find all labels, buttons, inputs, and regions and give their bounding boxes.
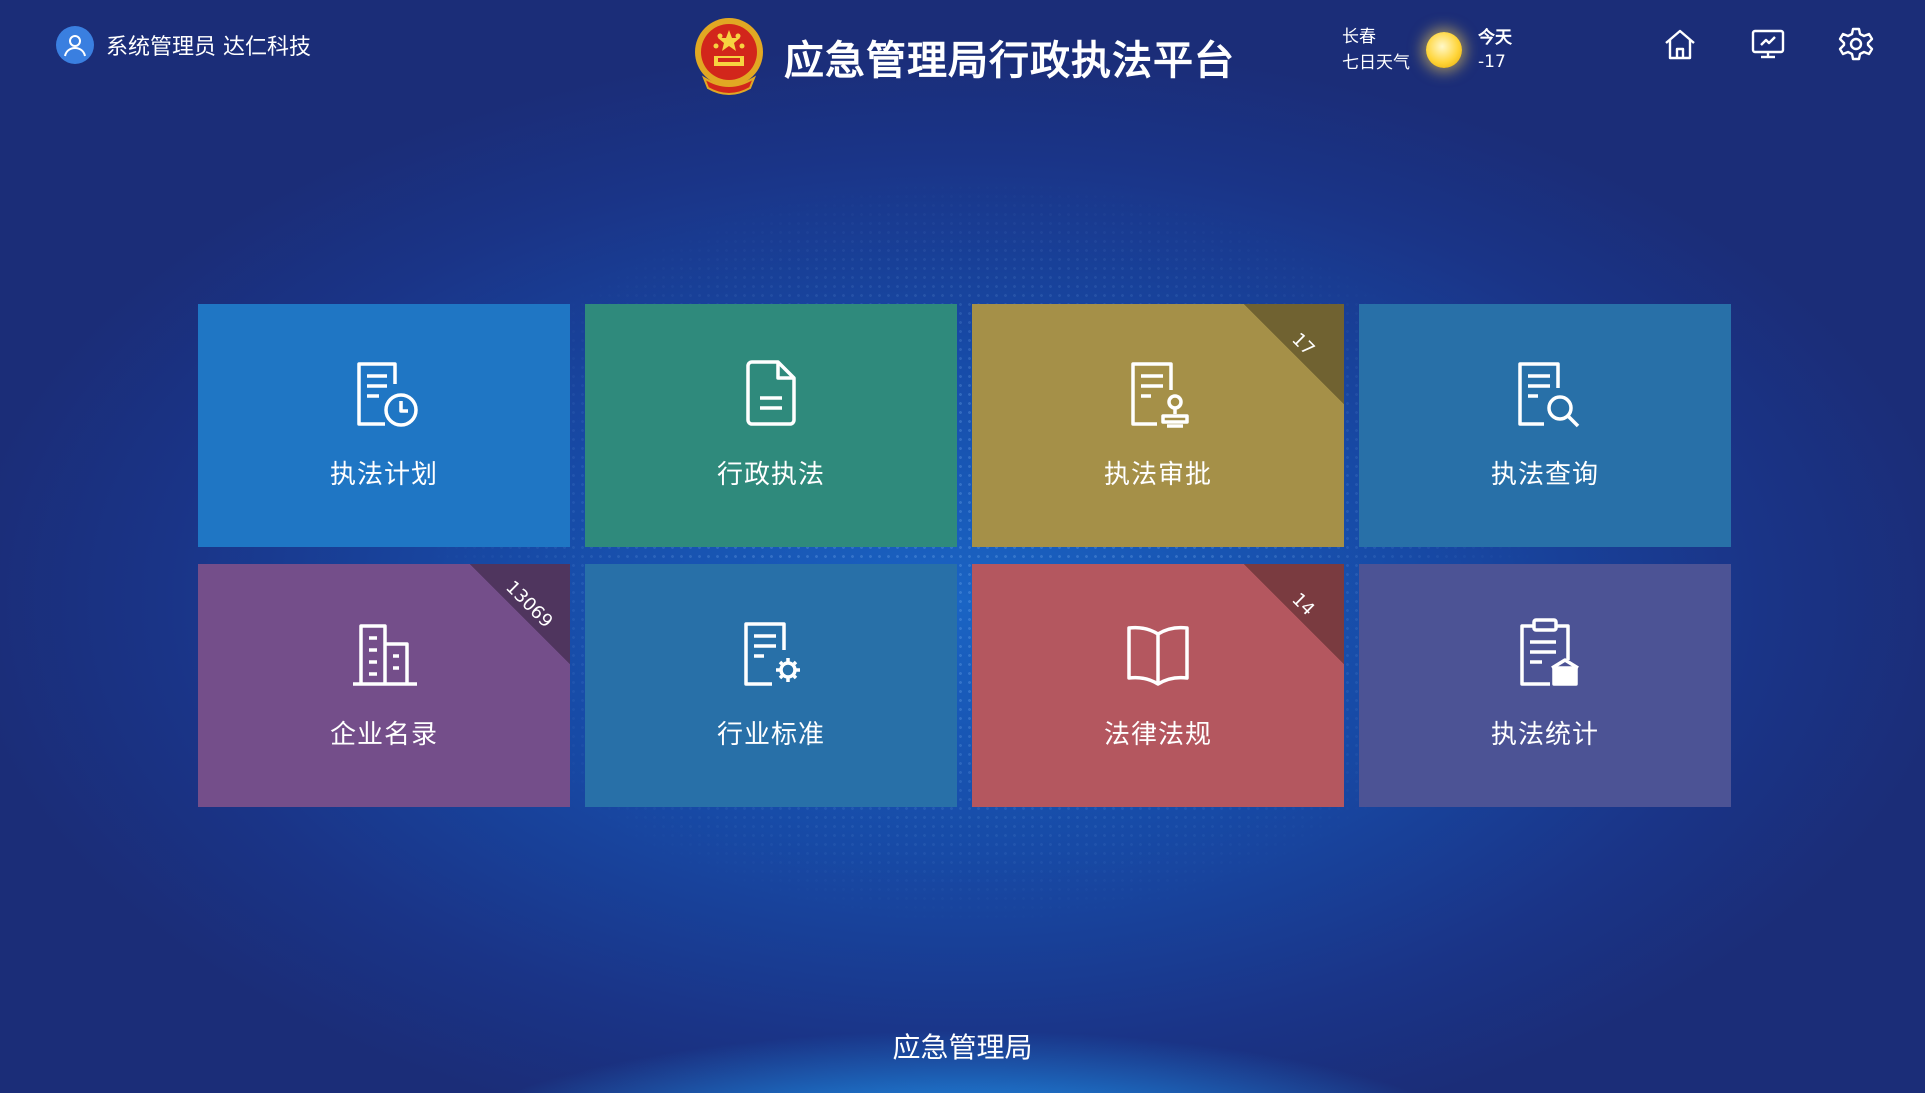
doc-stamp-icon xyxy=(1131,362,1189,428)
tile-enforcement-plan[interactable]: 执法计划 xyxy=(198,304,570,547)
tile-label: 行政执法 xyxy=(716,460,825,490)
badge-count: 14 xyxy=(1287,588,1319,621)
document-icon xyxy=(746,360,796,426)
count-badge: 14 xyxy=(1244,564,1344,664)
user-avatar-icon xyxy=(56,26,94,64)
count-badge: 17 xyxy=(1244,304,1344,404)
tile-enforcement-statistics[interactable]: 执法统计 xyxy=(1359,564,1731,807)
home-icon[interactable] xyxy=(1660,24,1700,64)
tile-enterprise-directory[interactable]: 13069 企业名录 xyxy=(198,564,570,807)
user-name: 系统管理员 达仁科技 xyxy=(106,35,311,60)
doc-gear-icon xyxy=(744,622,800,686)
national-emblem-icon xyxy=(695,18,763,95)
app-title: 应急管理局行政执法平台 xyxy=(784,38,1235,84)
user-info[interactable]: 系统管理员 达仁科技 xyxy=(56,26,311,64)
tile-label: 执法计划 xyxy=(329,460,438,490)
tile-label: 执法审批 xyxy=(1103,460,1212,490)
count-badge: 13069 xyxy=(470,564,570,664)
monitor-icon[interactable] xyxy=(1748,24,1788,64)
badge-count: 17 xyxy=(1287,328,1319,361)
weather-temperature: -17 xyxy=(1478,52,1506,72)
weather-today: 今天 -17 xyxy=(1478,26,1512,74)
module-grid: 执法计划 行政执法 17 执法审批 执法查询 13069 企业名录 行业标准 1… xyxy=(198,304,1731,807)
seven-day-forecast-link[interactable]: 七日天气 xyxy=(1342,50,1410,76)
weather-today-label: 今天 xyxy=(1478,28,1512,48)
doc-clock-icon xyxy=(357,362,418,427)
top-toolbar xyxy=(1660,24,1876,64)
doc-search-icon xyxy=(1518,362,1580,428)
tile-label: 法律法规 xyxy=(1103,720,1212,750)
book-icon xyxy=(1127,625,1189,686)
weather-location: 长春 七日天气 xyxy=(1342,24,1410,76)
weather-widget: 长春 七日天气 今天 -17 xyxy=(1342,24,1512,76)
tile-laws-regulations[interactable]: 14 法律法规 xyxy=(972,564,1344,807)
sun-icon xyxy=(1426,32,1462,68)
tile-label: 企业名录 xyxy=(329,720,438,750)
tile-industry-standards[interactable]: 行业标准 xyxy=(585,564,957,807)
badge-count: 13069 xyxy=(501,576,557,633)
tile-label: 执法统计 xyxy=(1490,720,1599,750)
tile-enforcement-query[interactable]: 执法查询 xyxy=(1359,304,1731,547)
tile-label: 行业标准 xyxy=(716,720,825,750)
app-brand: 应急管理局行政执法平台 xyxy=(690,16,1235,98)
tile-label: 执法查询 xyxy=(1490,460,1599,490)
building-icon xyxy=(353,624,417,686)
footer-text: 应急管理局 xyxy=(892,1031,1033,1064)
clipboard-chart-icon xyxy=(1520,618,1579,686)
weather-city: 长春 xyxy=(1342,27,1376,47)
tile-enforcement-approval[interactable]: 17 执法审批 xyxy=(972,304,1344,547)
tile-administrative-enforcement[interactable]: 行政执法 xyxy=(585,304,957,547)
settings-icon[interactable] xyxy=(1836,24,1876,64)
